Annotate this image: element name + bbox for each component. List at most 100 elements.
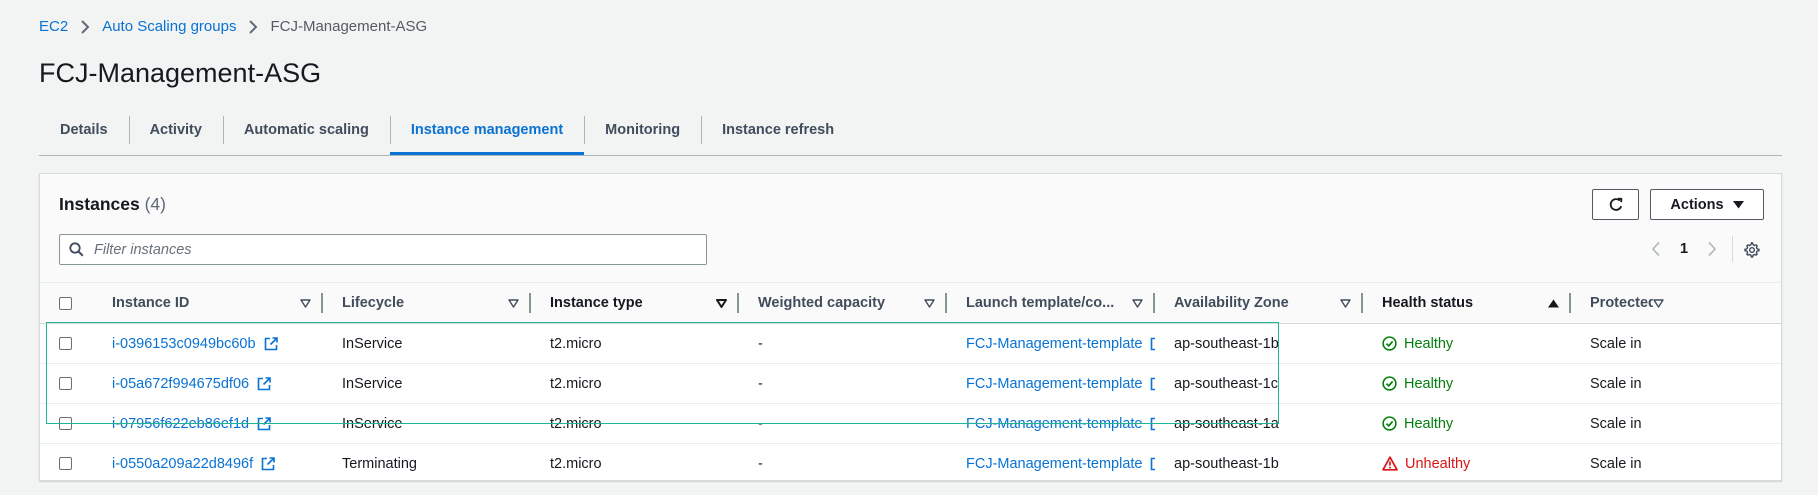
pagination-previous-button[interactable]	[1644, 241, 1668, 257]
column-label: Availability Zone	[1174, 295, 1289, 311]
weighted-capacity-cell: -	[739, 403, 947, 444]
external-link-icon[interactable]	[1150, 377, 1155, 391]
select-all-checkbox[interactable]	[59, 296, 72, 310]
lifecycle-value: InService	[342, 375, 403, 392]
health-status-label: Healthy	[1404, 415, 1454, 432]
pagination-page-number[interactable]: 1	[1668, 241, 1700, 257]
protected-from-value: Scale in	[1590, 415, 1642, 432]
availability-zone-value: ap-southeast-1a	[1174, 415, 1279, 432]
tab-details[interactable]: Details	[39, 106, 129, 154]
instance-type-value: t2.micro	[550, 455, 602, 472]
instance-id-link[interactable]: i-05a672f994675df06	[112, 376, 249, 392]
pagination-divider	[1732, 236, 1733, 262]
external-link-icon[interactable]	[264, 336, 278, 351]
filter-instances-input[interactable]	[92, 240, 686, 259]
external-link-icon[interactable]	[1150, 337, 1155, 351]
external-link-icon[interactable]	[257, 416, 271, 431]
protected-from-cell: Scale in	[1571, 323, 1676, 364]
row-checkbox[interactable]	[59, 457, 72, 470]
instance-id-link[interactable]: i-0550a209a22d8496f	[112, 456, 253, 472]
warning-icon	[1382, 456, 1398, 471]
page-title: FCJ-Management-ASG	[39, 58, 322, 88]
external-link-icon[interactable]	[1150, 457, 1155, 471]
instance-id-cell: i-0550a209a22d8496f	[93, 444, 323, 484]
instance-id-link[interactable]: i-0396153c0949bc60b	[112, 336, 256, 352]
launch-template-link[interactable]: FCJ-Management-template	[966, 456, 1143, 472]
tab-bar: Details Activity Automatic scaling Insta…	[39, 106, 1782, 156]
column-header-availability-zone[interactable]: Availability Zone	[1155, 282, 1363, 324]
protected-from-cell: Scale in	[1571, 363, 1676, 404]
lifecycle-value: InService	[342, 415, 403, 432]
launch-template-link[interactable]: FCJ-Management-template	[966, 416, 1143, 432]
column-header-lifecycle[interactable]: Lifecycle	[323, 282, 531, 324]
weighted-capacity-value: -	[758, 335, 763, 352]
instances-panel: Instances (4) Actions Filter instances 1…	[39, 173, 1782, 481]
column-header-health-status[interactable]: Health status	[1363, 282, 1571, 324]
instances-count: (4)	[144, 194, 166, 214]
table-row[interactable]: i-0550a209a22d8496f Terminating t2.micro…	[40, 444, 1781, 484]
lifecycle-value: InService	[342, 335, 403, 352]
launch-template-cell: FCJ-Management-template	[947, 323, 1155, 364]
launch-template-cell: FCJ-Management-template	[947, 444, 1155, 484]
filler-cell	[1676, 403, 1781, 444]
instances-heading: Instances (4)	[59, 194, 166, 215]
instances-table-body: i-0396153c0949bc60b InService t2.micro -…	[40, 323, 1781, 484]
weighted-capacity-value: -	[758, 415, 763, 432]
external-link-icon[interactable]	[1150, 417, 1155, 431]
refresh-button[interactable]	[1592, 189, 1639, 220]
lifecycle-value: Terminating	[342, 455, 417, 472]
launch-template-link[interactable]: FCJ-Management-template	[966, 336, 1143, 352]
launch-template-cell: FCJ-Management-template	[947, 363, 1155, 404]
table-row[interactable]: i-07956f622eb86ef1d InService t2.micro -…	[40, 403, 1781, 444]
instances-panel-header: Instances (4) Actions Filter instances 1	[40, 174, 1781, 282]
filler-cell	[1676, 323, 1781, 364]
lifecycle-cell: InService	[323, 363, 531, 404]
tab-automatic-scaling[interactable]: Automatic scaling	[222, 106, 390, 154]
column-header-instance-type[interactable]: Instance type	[531, 282, 739, 324]
column-header-protected-from[interactable]: Protected from	[1571, 282, 1676, 324]
row-checkbox[interactable]	[59, 377, 72, 390]
table-row[interactable]: i-05a672f994675df06 InService t2.micro -…	[40, 363, 1781, 404]
row-select-cell	[40, 363, 93, 404]
availability-zone-cell: ap-southeast-1b	[1155, 444, 1363, 484]
health-status-cell: Unhealthy	[1363, 444, 1571, 484]
sort-icon	[924, 298, 935, 308]
actions-label: Actions	[1670, 196, 1724, 213]
tab-activity[interactable]: Activity	[128, 106, 223, 154]
launch-template-link[interactable]: FCJ-Management-template	[966, 376, 1143, 392]
health-status-cell: Healthy	[1363, 323, 1571, 364]
health-status-cell: Healthy	[1363, 403, 1571, 444]
pagination-next-button[interactable]	[1700, 241, 1724, 257]
tab-instance-management[interactable]: Instance management	[389, 106, 585, 155]
row-checkbox[interactable]	[59, 337, 72, 350]
availability-zone-value: ap-southeast-1c	[1174, 375, 1278, 392]
external-link-icon[interactable]	[257, 376, 271, 391]
instance-type-value: t2.micro	[550, 415, 602, 432]
column-header-weighted-capacity[interactable]: Weighted capacity	[739, 282, 947, 324]
availability-zone-value: ap-southeast-1b	[1174, 335, 1279, 352]
instance-type-cell: t2.micro	[531, 444, 739, 484]
actions-dropdown-button[interactable]: Actions	[1650, 189, 1764, 220]
preferences-button[interactable]	[1743, 241, 1760, 258]
row-select-cell	[40, 403, 93, 444]
health-status: Healthy	[1382, 336, 1453, 352]
column-header-launch-template[interactable]: Launch template/co...	[947, 282, 1155, 324]
instance-id-link[interactable]: i-07956f622eb86ef1d	[112, 416, 249, 432]
column-label: Protected from	[1590, 295, 1653, 311]
protected-from-value: Scale in	[1590, 455, 1642, 472]
tab-monitoring[interactable]: Monitoring	[584, 106, 701, 154]
tab-instance-refresh[interactable]: Instance refresh	[701, 106, 855, 154]
column-header-instance-id[interactable]: Instance ID	[93, 282, 323, 324]
breadcrumb-ec2-link[interactable]: EC2	[39, 18, 68, 35]
instance-id-cell: i-0396153c0949bc60b	[93, 323, 323, 364]
status-check-icon	[1382, 376, 1397, 391]
breadcrumb-asg-link[interactable]: Auto Scaling groups	[102, 18, 236, 35]
row-checkbox[interactable]	[59, 417, 72, 430]
external-link-icon[interactable]	[261, 456, 275, 471]
table-header-row: Instance ID Lifecycle Instance type Weig…	[40, 282, 1781, 324]
row-select-cell	[40, 323, 93, 364]
column-label: Health status	[1382, 295, 1474, 311]
instance-type-cell: t2.micro	[531, 363, 739, 404]
table-row[interactable]: i-0396153c0949bc60b InService t2.micro -…	[40, 323, 1781, 364]
instance-id-cell: i-05a672f994675df06	[93, 363, 323, 404]
